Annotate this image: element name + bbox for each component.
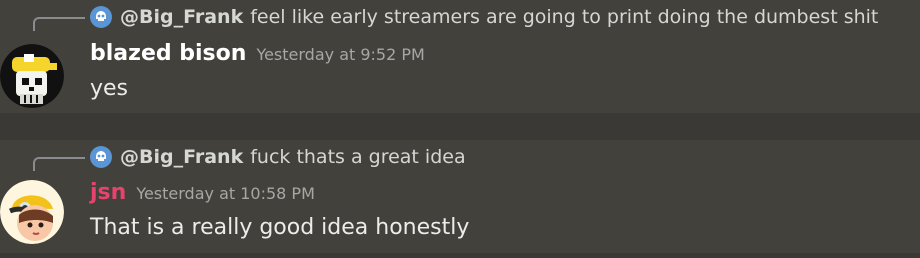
message-group: @Big_Frank feel like early streamers are… [0,0,920,113]
reply-text: fuck thats a great idea [250,146,466,168]
message-content: yes [90,76,129,101]
skull-icon [90,146,112,168]
timestamp: Yesterday at 9:52 PM [256,45,425,64]
reply-preview[interactable]: @Big_Frank feel like early streamers are… [90,3,878,31]
reply-author[interactable]: @Big_Frank [120,146,243,168]
message-header: blazed bison Yesterday at 9:52 PM [90,41,425,66]
message-group: @Big_Frank fuck thats a great idea jsn Y… [0,140,920,253]
reply-author[interactable]: @Big_Frank [120,6,243,28]
username[interactable]: blazed bison [90,41,246,66]
message-header: jsn Yesterday at 10:58 PM [90,180,315,205]
reply-connector-line [33,157,85,171]
user-avatar[interactable] [0,180,64,244]
reply-preview[interactable]: @Big_Frank fuck thats a great idea [90,143,466,171]
reply-connector-line [33,17,85,31]
timestamp: Yesterday at 10:58 PM [136,184,315,203]
user-avatar[interactable] [0,44,64,108]
skull-icon [90,6,112,28]
message-content: That is a really good idea honestly [90,215,470,240]
reply-text: feel like early streamers are going to p… [250,6,879,28]
username[interactable]: jsn [90,180,126,205]
